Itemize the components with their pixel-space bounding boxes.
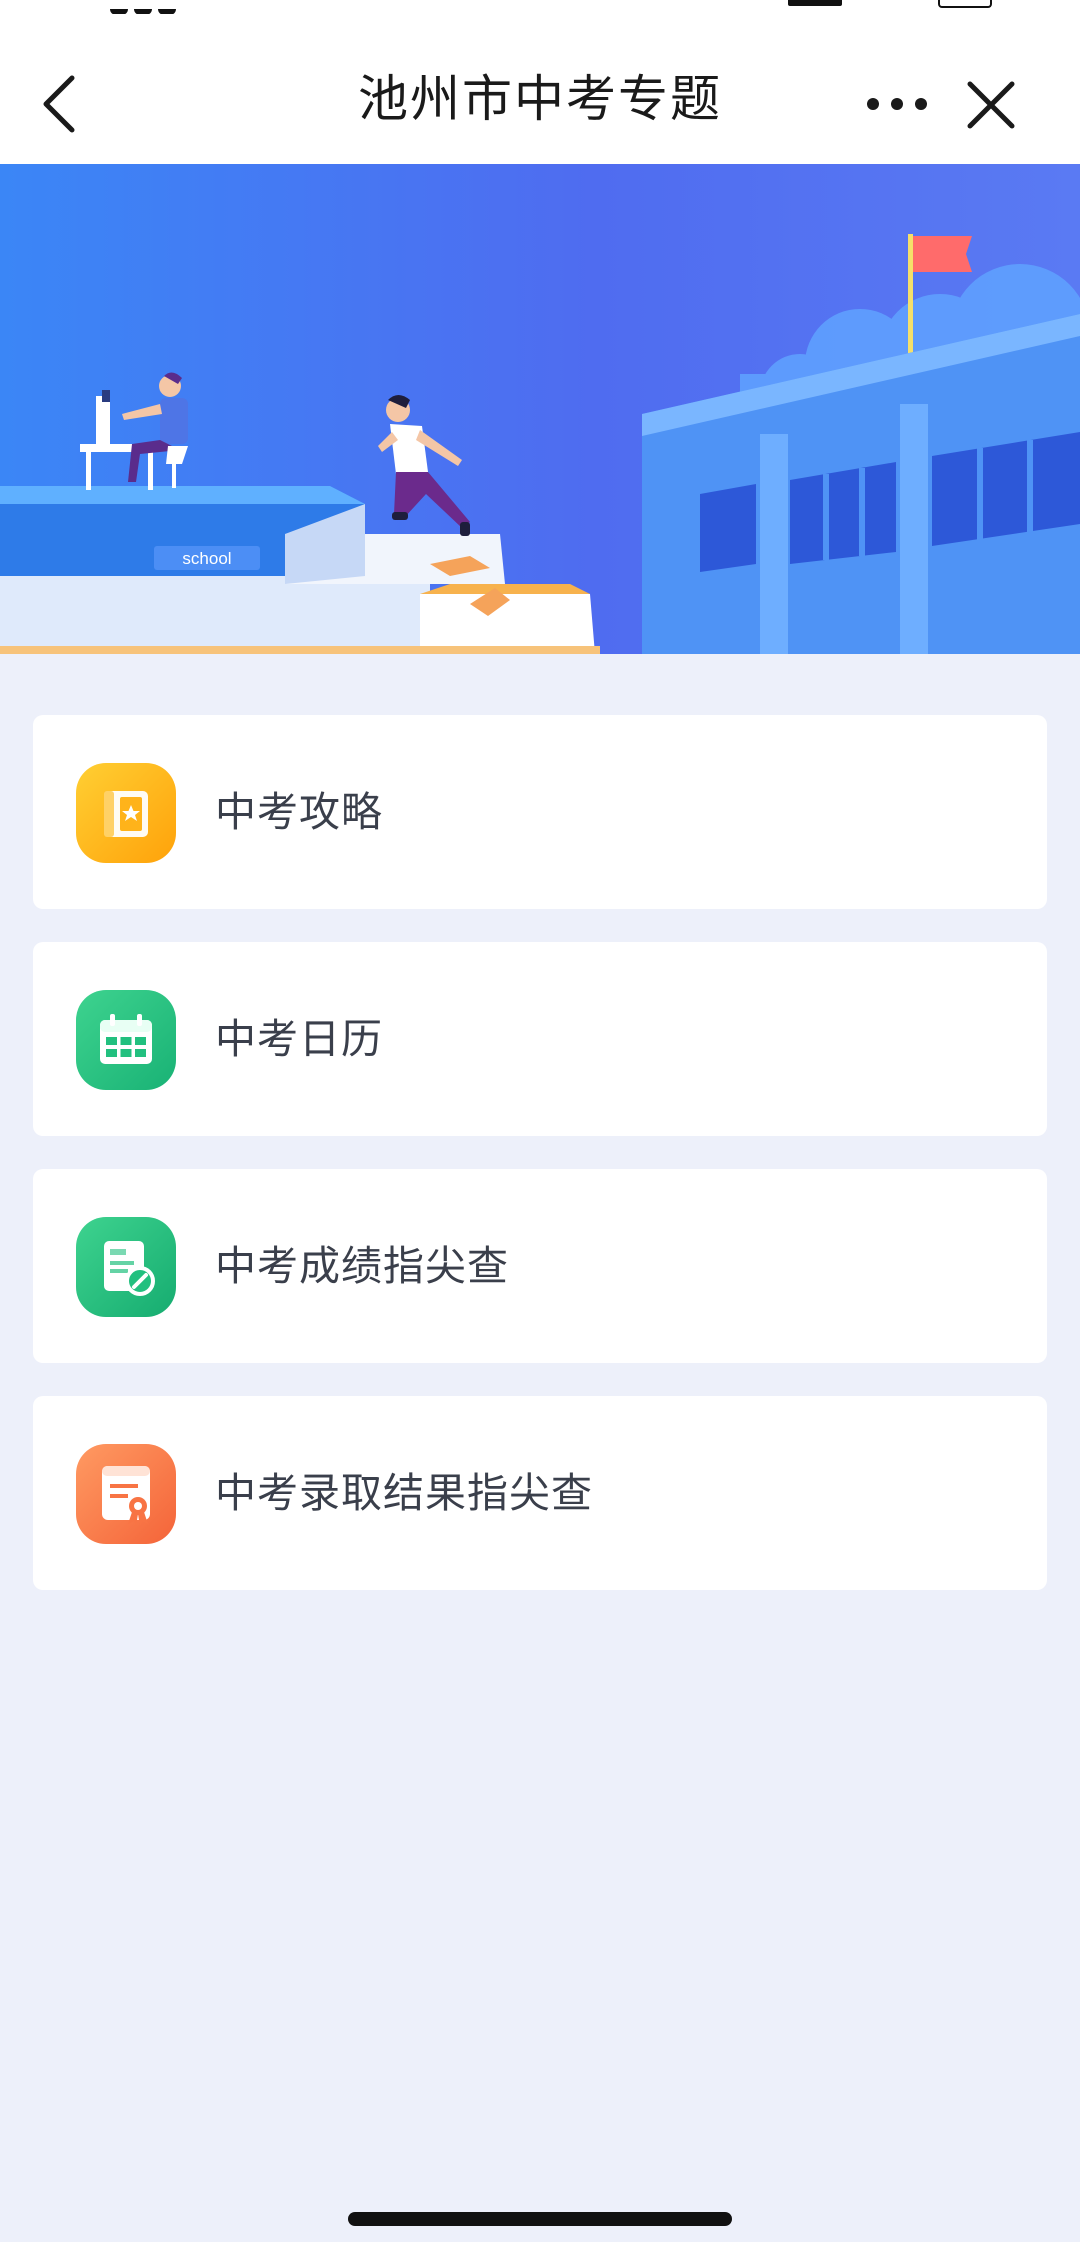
status-time-fragment [110,0,206,15]
nav-bar: 池州市中考专题 [0,14,1080,164]
menu-item-label: 中考录取结果指尖查 [215,1469,593,1517]
close-icon [967,81,1015,129]
more-options-button[interactable] [862,74,932,134]
guide-book-icon [76,763,176,863]
banner-illustration: school [0,164,1080,654]
battery-icon [938,0,992,8]
menu-item-admission-result[interactable]: 中考录取结果指尖查 [33,1396,1047,1590]
signal-icon [788,0,842,6]
chevron-left-icon [43,75,75,133]
score-query-icon [76,1217,176,1317]
admission-result-icon [76,1444,176,1544]
close-button[interactable] [958,68,1024,140]
menu-item-label: 中考攻略 [215,788,383,836]
menu-item-score-query[interactable]: 中考成绩指尖查 [33,1169,1047,1363]
calendar-icon [76,990,176,1090]
home-indicator[interactable] [348,2212,732,2226]
more-dots-icon [867,98,927,110]
menu-item-label: 中考成绩指尖查 [215,1242,509,1290]
topic-menu-list: 中考攻略 中考日历 中考成绩指尖查 中考录取结果指尖查 [33,715,1047,1623]
back-button[interactable] [30,64,90,144]
menu-item-label: 中考日历 [215,1015,383,1063]
menu-item-exam-guide[interactable]: 中考攻略 [33,715,1047,909]
status-bar [0,0,1080,15]
menu-item-exam-calendar[interactable]: 中考日历 [33,942,1047,1136]
school-sign-text: school [182,549,231,568]
